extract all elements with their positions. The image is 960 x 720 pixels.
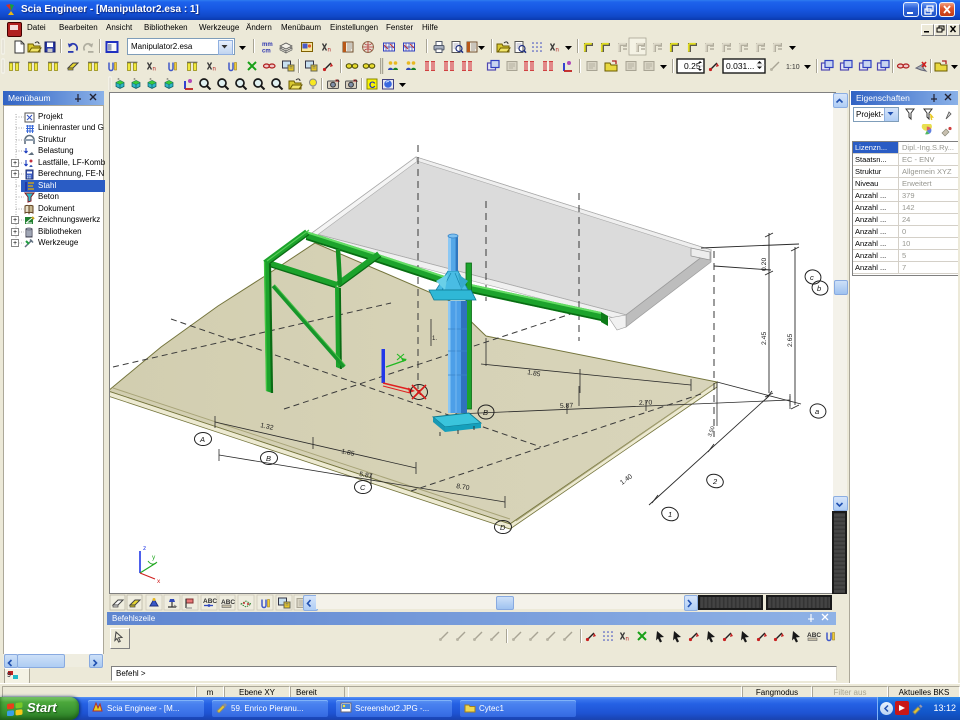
svg-text:B: B	[266, 454, 271, 463]
svg-text:2.45: 2.45	[761, 332, 768, 345]
svg-text:C: C	[360, 483, 366, 492]
svg-text:B: B	[483, 408, 488, 417]
svg-text:3.50: 3.50	[707, 426, 716, 438]
svg-text:0.25: 0.25	[684, 61, 701, 71]
svg-text:D: D	[500, 523, 506, 532]
svg-text:9: 9	[7, 672, 11, 679]
svg-text:b: b	[817, 284, 821, 293]
svg-text:A: A	[199, 435, 205, 444]
svg-text:1.40: 1.40	[619, 473, 634, 487]
svg-text:2.65: 2.65	[787, 334, 794, 347]
svg-text:1.: 1.	[432, 336, 437, 342]
svg-text:0.031...: 0.031...	[726, 61, 754, 71]
svg-text:1: 1	[668, 510, 672, 519]
svg-text:5.87: 5.87	[560, 403, 574, 410]
svg-text:y: y	[152, 554, 156, 561]
svg-text:2: 2	[712, 477, 718, 486]
svg-text:z: z	[143, 545, 146, 552]
svg-text:x: x	[157, 578, 161, 585]
svg-text:2.70: 2.70	[639, 400, 653, 407]
svg-text:c: c	[810, 273, 814, 282]
svg-text:1:10: 1:10	[786, 64, 800, 71]
svg-text:a: a	[815, 407, 819, 416]
svg-text:0.20: 0.20	[761, 258, 768, 271]
